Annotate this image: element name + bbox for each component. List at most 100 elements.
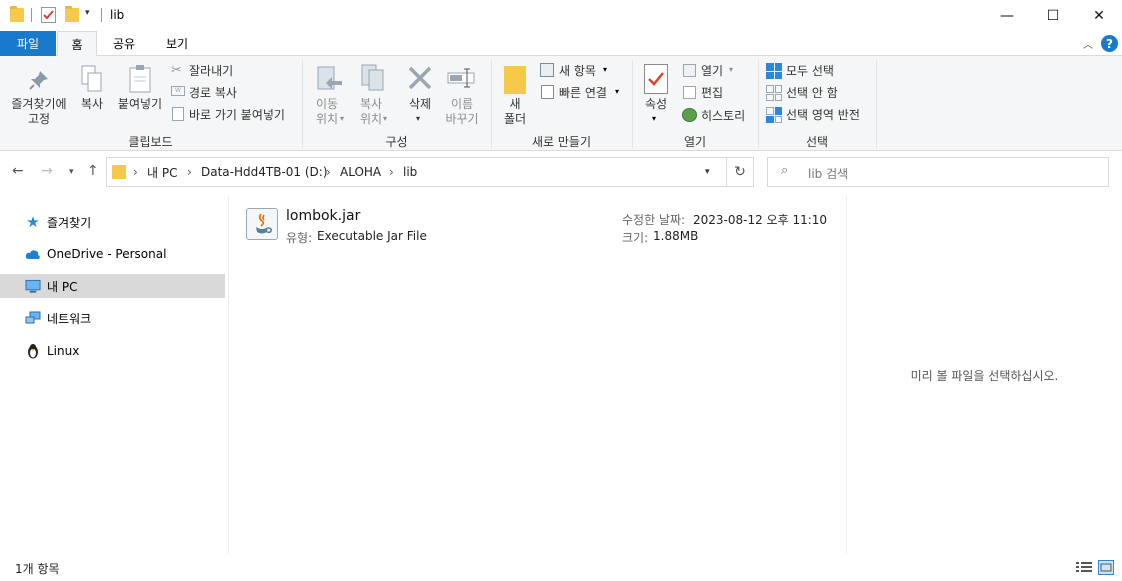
pane-splitter[interactable]: [228, 196, 229, 554]
rename-icon: [446, 66, 478, 90]
pin-to-quick-access-button[interactable]: 즐겨찾기에 고정: [3, 97, 75, 127]
new-folder-quick-icon[interactable]: [65, 6, 79, 22]
invert-selection-button[interactable]: 선택 영역 반전: [786, 106, 860, 123]
large-icons-view-icon[interactable]: [1098, 560, 1114, 575]
select-none-icon: [766, 85, 782, 101]
properties-icon: [644, 64, 668, 94]
forward-button[interactable]: →: [41, 163, 53, 179]
file-type-label: 유형:: [286, 231, 313, 245]
delete-button[interactable]: 삭제: [400, 97, 440, 112]
details-view-icon[interactable]: [1076, 561, 1092, 574]
new-folder-button[interactable]: 새 폴더: [497, 97, 533, 127]
open-icon: [683, 64, 696, 77]
properties-button[interactable]: 속성: [637, 97, 675, 112]
window-title: lib: [110, 8, 125, 22]
breadcrumb-separator[interactable]: ›: [187, 158, 192, 186]
java-jar-icon: [246, 208, 278, 240]
file-modified-label: 수정한 날짜:: [622, 213, 686, 227]
breadcrumb-aloha[interactable]: ALOHA: [340, 158, 381, 186]
collapse-ribbon-icon[interactable]: ︿: [1083, 36, 1093, 51]
divider: [101, 8, 102, 22]
cut-button[interactable]: 잘라내기: [189, 62, 233, 79]
paste-shortcut-button[interactable]: 바로 가기 붙여넣기: [189, 106, 285, 123]
chevron-down-icon: ▾: [615, 87, 620, 96]
recent-locations-button[interactable]: ▾: [69, 167, 74, 177]
file-type-value: Executable Jar File: [317, 229, 427, 243]
rename-button[interactable]: 이름 바꾸기: [440, 97, 484, 127]
nav-label: 즐겨찾기: [47, 215, 92, 230]
address-bar[interactable]: › 내 PC › Data-Hdd4TB-01 (D:) › ALOHA › l…: [106, 157, 727, 187]
preview-pane-message: 미리 볼 파일을 선택하십시오.: [910, 369, 1059, 383]
new-folder-icon: [504, 66, 526, 94]
select-all-button[interactable]: 모두 선택: [786, 62, 834, 79]
breadcrumb-this-pc[interactable]: 내 PC: [147, 158, 177, 186]
invert-selection-icon: [766, 107, 782, 123]
pin-label-1: 즐겨찾기에: [11, 97, 67, 111]
copy-to-icon: [358, 62, 388, 94]
easy-access-icon: [541, 85, 554, 99]
tab-share[interactable]: 공유: [104, 31, 144, 56]
paste-icon: [127, 64, 153, 94]
tab-view[interactable]: 보기: [157, 31, 197, 56]
rename-label-2: 바꾸기: [445, 112, 479, 126]
up-button[interactable]: ↑: [87, 163, 99, 179]
easy-access-button[interactable]: 빠른 연결: [559, 84, 607, 101]
tab-file[interactable]: 파일: [0, 31, 56, 56]
select-group-label: 선택: [805, 135, 829, 149]
nav-network[interactable]: 네트워크: [0, 306, 225, 330]
chevron-down-icon: ▾: [603, 65, 608, 74]
pin-label-2: 고정: [27, 112, 51, 126]
copy-icon: [80, 64, 104, 94]
ribbon: 즐겨찾기에 고정 복사 붙여넣기 ✂ 잘라내기 W 경로 복사 바로 가기 붙여…: [0, 56, 1122, 151]
nav-label: 네트워크: [47, 311, 92, 326]
open-group-label: 열기: [683, 135, 707, 149]
new-item-icon: [540, 63, 554, 77]
breadcrumb-separator[interactable]: ›: [389, 158, 394, 186]
file-size-value: 1.88MB: [653, 229, 699, 243]
minimize-button[interactable]: —: [984, 0, 1030, 31]
select-none-button[interactable]: 선택 안 함: [786, 84, 838, 101]
tab-home[interactable]: 홈: [57, 31, 97, 57]
file-modified-value: 2023-08-12 오후 11:10: [693, 213, 828, 227]
history-icon: [682, 108, 697, 122]
new-folder-label-2: 폴더: [503, 112, 527, 126]
organize-group-label: 구성: [385, 135, 408, 149]
search-box[interactable]: ⌕ lib 검색: [767, 157, 1109, 187]
title-bar: ▾ lib — ☐ ✕: [0, 0, 1122, 31]
new-item-button[interactable]: 새 항목: [559, 62, 596, 79]
penguin-icon: [25, 343, 41, 359]
refresh-button[interactable]: ↻: [726, 157, 754, 187]
nav-onedrive[interactable]: OneDrive - Personal: [0, 242, 225, 266]
nav-quick-access[interactable]: ★ 즐겨찾기: [0, 210, 225, 234]
delete-icon: [406, 64, 434, 92]
computer-icon: [25, 278, 41, 294]
move-to-icon: [315, 64, 345, 94]
history-button[interactable]: 히스토리: [701, 107, 745, 124]
breadcrumb-drive[interactable]: Data-Hdd4TB-01 (D:): [201, 158, 328, 186]
pin-icon: [27, 68, 51, 92]
edit-button[interactable]: 편집: [701, 84, 723, 101]
nav-linux[interactable]: Linux: [0, 339, 225, 363]
help-icon[interactable]: ?: [1101, 35, 1118, 52]
rename-label-1: 이름: [450, 97, 474, 111]
back-button[interactable]: ←: [12, 163, 24, 179]
customize-quick-access-icon[interactable]: ▾: [85, 8, 90, 18]
maximize-button[interactable]: ☐: [1030, 0, 1076, 31]
breadcrumb-lib[interactable]: lib: [403, 158, 417, 186]
breadcrumb-separator[interactable]: ›: [326, 158, 331, 186]
open-button[interactable]: 열기: [701, 62, 723, 79]
copy-button[interactable]: 복사: [75, 97, 109, 112]
close-button[interactable]: ✕: [1076, 0, 1122, 31]
paste-button[interactable]: 붙여넣기: [112, 97, 168, 112]
copy-path-icon: W: [171, 86, 185, 96]
chevron-down-icon: ▾: [383, 114, 388, 123]
properties-quick-icon[interactable]: [41, 7, 56, 23]
copy-path-button[interactable]: 경로 복사: [189, 84, 237, 101]
folder-icon: [10, 6, 24, 22]
group-divider: [876, 60, 877, 148]
address-dropdown-icon[interactable]: ▾: [705, 158, 710, 186]
breadcrumb-separator[interactable]: ›: [133, 158, 138, 186]
nav-this-pc[interactable]: 내 PC: [0, 274, 225, 298]
new-group-label: 새로 만들기: [531, 135, 591, 149]
file-tile[interactable]: lombok.jar 유형: Executable Jar File 수정한 날…: [240, 204, 836, 248]
